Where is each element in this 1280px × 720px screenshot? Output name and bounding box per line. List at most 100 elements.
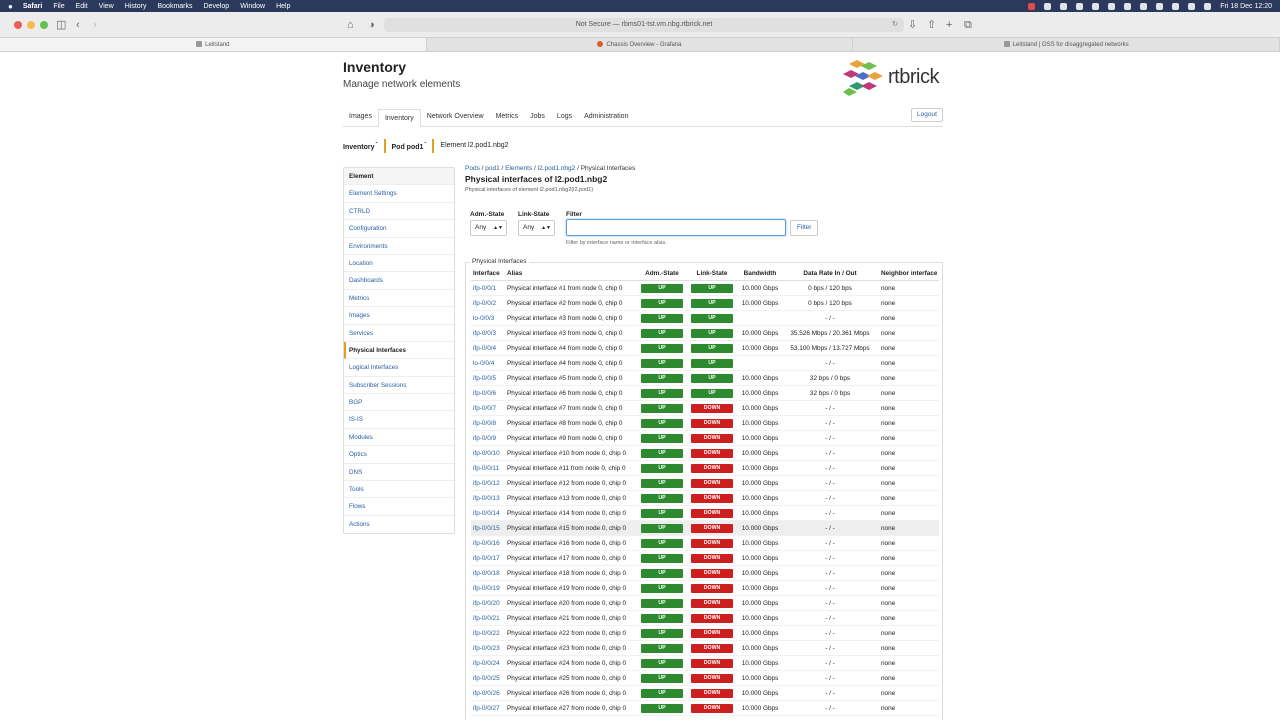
cell-interface[interactable]: ifp-0/0/6 [471, 390, 505, 397]
sidebar-item-logical-interfaces[interactable]: Logical Interfaces [344, 359, 454, 377]
sidebar-item-subscriber-sessions[interactable]: Subscriber Sessions [344, 377, 454, 395]
cell-interface[interactable]: ifp-0/0/25 [471, 675, 505, 682]
cell-interface[interactable]: ifp-0/0/15 [471, 525, 505, 532]
minimize-window-button[interactable] [27, 21, 35, 29]
status-app-icon[interactable] [1108, 2, 1116, 10]
cell-interface[interactable]: ifp-0/0/22 [471, 630, 505, 637]
sidebar-item-flows[interactable]: Flows [344, 498, 454, 516]
menu-history[interactable]: History [125, 3, 147, 10]
menu-help[interactable]: Help [276, 3, 290, 10]
inventory-dropdown[interactable]: Inventoryˇ [343, 139, 386, 153]
link-state-select[interactable]: Any ▲▼ [518, 220, 555, 236]
tab-leitstand[interactable]: Leitstand [0, 38, 427, 51]
nav-tab-network-overview[interactable]: Network Overview [421, 108, 490, 126]
sidebar-item-modules[interactable]: Modules [344, 429, 454, 447]
status-app-icon[interactable] [1044, 2, 1052, 10]
cell-interface[interactable]: ifp-0/0/20 [471, 600, 505, 607]
cell-interface[interactable]: ifp-0/0/7 [471, 405, 505, 412]
cell-interface[interactable]: ifp-0/0/24 [471, 660, 505, 667]
filter-input[interactable] [566, 219, 786, 236]
breadcrumb-elements[interactable]: Elements [505, 165, 532, 172]
menubar-clock[interactable]: Fri 18 Dec 12:20 [1220, 3, 1272, 10]
cell-interface[interactable]: ifp-0/0/19 [471, 585, 505, 592]
sidebar-toggle-icon[interactable]: ◫ [56, 18, 66, 32]
home-icon[interactable]: ⌂ [347, 18, 354, 32]
cell-interface[interactable]: ifp-0/0/18 [471, 570, 505, 577]
cell-interface[interactable]: ifp-0/0/3 [471, 330, 505, 337]
menu-develop[interactable]: Develop [204, 3, 230, 10]
cell-interface[interactable]: lo-0/0/4 [471, 360, 505, 367]
filter-button[interactable]: Filter [790, 220, 819, 236]
forward-icon[interactable]: › [93, 18, 97, 32]
sidebar-item-ctrld[interactable]: CTRLD [344, 203, 454, 221]
cell-interface[interactable]: ifp-0/0/8 [471, 420, 505, 427]
battery-icon[interactable] [1172, 2, 1180, 10]
cell-interface[interactable]: ifp-0/0/9 [471, 435, 505, 442]
sidebar-item-dashboards[interactable]: Dashboards [344, 272, 454, 290]
nav-tab-jobs[interactable]: Jobs [524, 108, 551, 126]
status-app-icon[interactable] [1028, 2, 1036, 10]
status-app-icon[interactable] [1060, 2, 1068, 10]
status-app-icon[interactable] [1124, 2, 1132, 10]
menu-safari[interactable]: Safari [23, 3, 42, 10]
cell-interface[interactable]: ifp-0/0/13 [471, 495, 505, 502]
sidebar-item-services[interactable]: Services [344, 325, 454, 342]
nav-tab-administration[interactable]: Administration [578, 108, 634, 126]
privacy-shield-icon[interactable]: ◑ [368, 18, 375, 32]
address-bar[interactable]: Not Secure — rbms01-tst.vm.nbg.rtbrick.n… [384, 18, 904, 32]
zoom-window-button[interactable] [40, 21, 48, 29]
status-app-icon[interactable] [1092, 2, 1100, 10]
sidebar-item-optics[interactable]: Optics [344, 446, 454, 464]
cell-interface[interactable]: ifp-0/0/23 [471, 645, 505, 652]
cell-interface[interactable]: ifp-0/0/26 [471, 690, 505, 697]
share-icon[interactable]: ⇧ [927, 18, 936, 32]
sidebar-item-tools[interactable]: Tools [344, 481, 454, 499]
reload-icon[interactable]: ↻ [892, 18, 898, 32]
status-app-icon[interactable] [1076, 2, 1084, 10]
new-tab-icon[interactable]: + [946, 18, 952, 32]
tab-overview-icon[interactable]: ⧉ [964, 18, 972, 32]
back-icon[interactable]: ‹ [76, 18, 80, 32]
cell-interface[interactable]: ifp-0/0/12 [471, 480, 505, 487]
menu-view[interactable]: View [99, 3, 114, 10]
breadcrumb-pods[interactable]: Pods [465, 165, 480, 172]
close-window-button[interactable] [14, 21, 22, 29]
sidebar-item-environments[interactable]: Environments [344, 238, 454, 255]
sidebar-item-images[interactable]: Images [344, 307, 454, 325]
cell-interface[interactable]: lo-0/0/3 [471, 315, 505, 322]
cell-interface[interactable]: ifp-0/0/17 [471, 555, 505, 562]
sidebar-item-physical-interfaces[interactable]: Physical Interfaces [344, 341, 454, 360]
sidebar-item-configuration[interactable]: Configuration [344, 220, 454, 238]
sidebar-item-bgp[interactable]: BGP [344, 394, 454, 412]
sidebar-item-is-is[interactable]: IS-IS [344, 411, 454, 429]
adm-state-select[interactable]: Any ▲▼ [470, 220, 507, 236]
pod-dropdown[interactable]: Pod pod1ˇ [392, 139, 435, 153]
cell-interface[interactable]: ifp-0/0/4 [471, 345, 505, 352]
sidebar-item-actions[interactable]: Actions [344, 516, 454, 533]
status-app-icon[interactable] [1140, 2, 1148, 10]
logout-button[interactable]: Logout [911, 108, 943, 122]
nav-tab-metrics[interactable]: Metrics [490, 108, 525, 126]
sidebar-item-location[interactable]: Location [344, 255, 454, 273]
cell-interface[interactable]: ifp-0/0/10 [471, 450, 505, 457]
breadcrumb-element[interactable]: l2.pod1.nbg2 [538, 165, 576, 172]
cell-interface[interactable]: ifp-0/0/2 [471, 300, 505, 307]
spotlight-icon[interactable] [1188, 2, 1196, 10]
cell-interface[interactable]: ifp-0/0/1 [471, 285, 505, 292]
apple-icon[interactable]: ● [8, 2, 13, 11]
menu-edit[interactable]: Edit [76, 3, 88, 10]
nav-tab-logs[interactable]: Logs [551, 108, 578, 126]
wifi-icon[interactable] [1156, 2, 1164, 10]
cell-interface[interactable]: ifp-0/0/14 [471, 510, 505, 517]
cell-interface[interactable]: ifp-0/0/11 [471, 465, 505, 472]
menu-file[interactable]: File [53, 3, 64, 10]
nav-tab-images[interactable]: Images [343, 108, 378, 126]
nav-tab-inventory[interactable]: Inventory [377, 109, 421, 127]
sidebar-item-element-settings[interactable]: Element Settings [344, 185, 454, 203]
control-center-icon[interactable] [1204, 2, 1212, 10]
cell-interface[interactable]: ifp-0/0/16 [471, 540, 505, 547]
tab-leitstand-oss[interactable]: Leitstand | OSS for disaggregated networ… [853, 38, 1280, 51]
breadcrumb-pod[interactable]: pod1 [485, 165, 499, 172]
menu-window[interactable]: Window [240, 3, 265, 10]
cell-interface[interactable]: ifp-0/0/5 [471, 375, 505, 382]
